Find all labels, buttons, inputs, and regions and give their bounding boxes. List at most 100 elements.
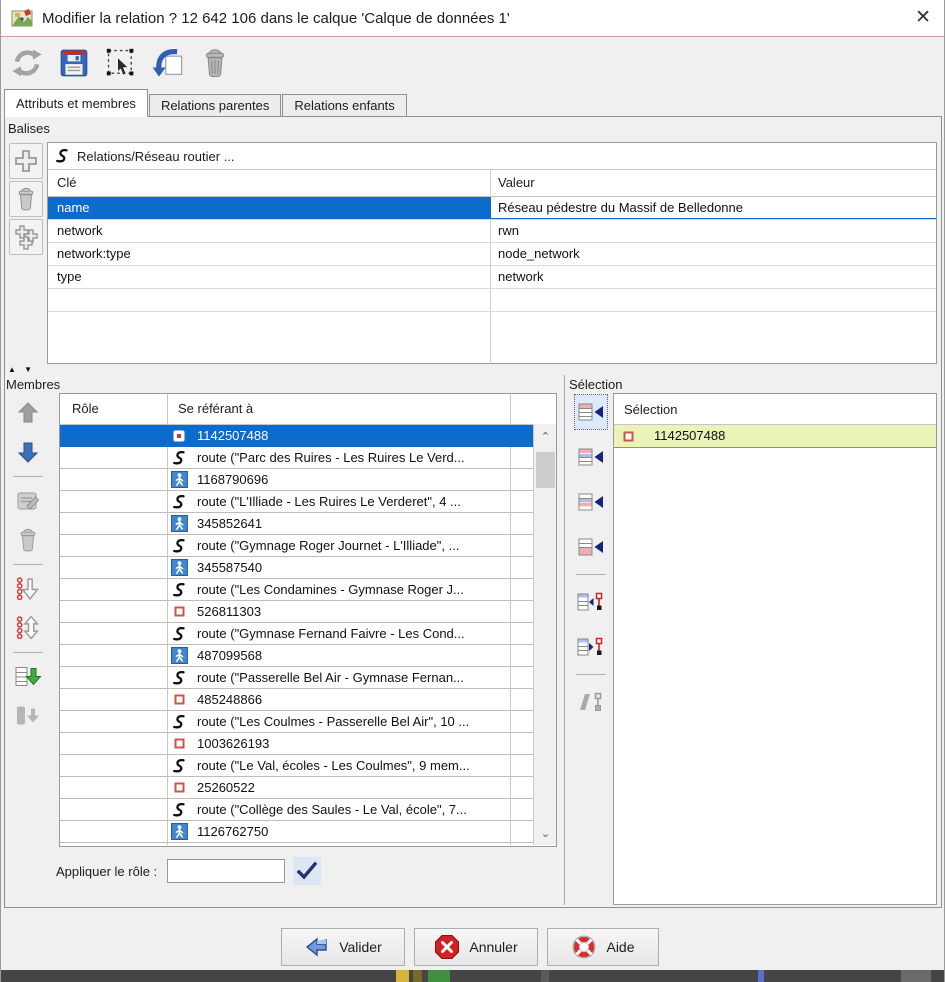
- role-input[interactable]: [167, 859, 285, 883]
- relation-route-icon: [54, 148, 70, 164]
- table-green-down-arrow-icon: [14, 664, 42, 690]
- move-member-down-button[interactable]: [11, 435, 45, 469]
- select-members-from-selection-button[interactable]: [574, 584, 608, 620]
- checkmark-icon: [296, 860, 318, 882]
- member-row[interactable]: 526811303: [60, 601, 533, 623]
- member-row[interactable]: route ("Le Val, écoles - Les Coulmes", 9…: [60, 755, 533, 777]
- splitter-handle[interactable]: ▲ ▼: [8, 365, 35, 374]
- tag-row[interactable]: name Réseau pédestre du Massif de Belled…: [48, 197, 936, 220]
- node-icon: [620, 428, 636, 444]
- member-type-icon: [170, 449, 188, 466]
- toolbar-separator: [576, 674, 606, 675]
- table-arrow-left-lower-icon: [577, 491, 605, 513]
- member-label: route ("Le Val, écoles - Les Coulmes", 9…: [197, 758, 470, 773]
- refresh-button[interactable]: [7, 42, 47, 84]
- member-row[interactable]: route ("Les Condamines - Gymnase Roger J…: [60, 579, 533, 601]
- pedestrian-node-icon: [171, 647, 188, 664]
- delete-relation-button[interactable]: [195, 42, 235, 84]
- selection-row[interactable]: 1142507488: [614, 425, 936, 448]
- edit-member-button[interactable]: [11, 484, 45, 518]
- member-row[interactable]: route ("Gymnage Roger Journet - L'Illiad…: [60, 535, 533, 557]
- download-incomplete-members-button[interactable]: [11, 660, 45, 694]
- member-type-icon: [170, 559, 188, 576]
- add-selection-at-end-button[interactable]: [574, 529, 608, 565]
- member-row[interactable]: 485248866: [60, 689, 533, 711]
- help-button[interactable]: Aide: [547, 928, 659, 966]
- member-row[interactable]: route ("Passerelle Bel Air - Gymnase Fer…: [60, 667, 533, 689]
- tag-row[interactable]: [48, 289, 936, 312]
- tag-row[interactable]: type network: [48, 266, 936, 289]
- selection-side-toolbar: [572, 394, 610, 720]
- member-label: route ("Gymnase Fernand Faivre - Les Con…: [197, 626, 465, 641]
- map-fragment: [428, 970, 450, 982]
- members-role-header: Rôle: [72, 401, 99, 416]
- tag-row[interactable]: network rwn: [48, 220, 936, 243]
- validate-button[interactable]: Valider: [281, 928, 405, 966]
- cancel-button[interactable]: Annuler: [414, 928, 538, 966]
- save-button[interactable]: [54, 42, 94, 84]
- member-row[interactable]: route ("Parc des Ruires - Les Ruires Le …: [60, 447, 533, 469]
- dots-up-down-arrow-icon: [15, 615, 41, 641]
- select-members-button[interactable]: [101, 42, 141, 84]
- member-label: route ("Collège des Saules - Le Val, éco…: [197, 802, 467, 817]
- delete-tag-button[interactable]: [9, 181, 43, 217]
- paste-tags-icon: [13, 224, 39, 250]
- pedestrian-node-icon: [171, 559, 188, 576]
- relation-editor-dialog: Modifier la relation ? 12 642 106 dans l…: [0, 0, 945, 982]
- sort-members-below-button[interactable]: [11, 611, 45, 645]
- apply-role-label: Appliquer le rôle :: [56, 864, 157, 879]
- member-type-icon: [170, 735, 188, 752]
- member-type-icon: [170, 427, 188, 444]
- close-icon[interactable]: ✕: [915, 5, 931, 31]
- node-icon: [174, 782, 185, 793]
- toolbar-separator: [576, 574, 606, 575]
- trash-icon: [16, 527, 40, 553]
- members-group-label: Membres: [6, 377, 60, 392]
- tab-parent-relations[interactable]: Relations parentes: [149, 94, 281, 117]
- remove-selection-from-members-button[interactable]: [574, 684, 608, 720]
- member-row[interactable]: 1126762750: [60, 821, 533, 843]
- member-row[interactable]: 487099568: [60, 645, 533, 667]
- member-row[interactable]: 1003626193: [60, 733, 533, 755]
- move-member-up-button[interactable]: [11, 396, 45, 430]
- member-row[interactable]: 1142507488: [60, 425, 533, 447]
- member-label: 1142507488: [197, 428, 268, 443]
- member-row[interactable]: route ("Collège des Saules - Le Val, éco…: [60, 799, 533, 821]
- member-label: 25260522: [197, 780, 255, 795]
- member-label: route ("Gymnage Roger Journet - L'Illiad…: [197, 538, 459, 553]
- apply-icon: [151, 46, 185, 80]
- member-row[interactable]: route ("Gymnase Fernand Faivre - Les Con…: [60, 623, 533, 645]
- add-selection-at-start-button[interactable]: [574, 394, 608, 430]
- member-row[interactable]: route ("L'Illiade - Les Ruires Le Verder…: [60, 491, 533, 513]
- tab-child-relations[interactable]: Relations enfants: [282, 94, 406, 117]
- node-icon: [174, 738, 185, 749]
- member-row[interactable]: 1168790696: [60, 469, 533, 491]
- member-row[interactable]: 345852641: [60, 513, 533, 535]
- member-row[interactable]: 25260522: [60, 777, 533, 799]
- sort-members-button[interactable]: [11, 572, 45, 606]
- paste-tags-button[interactable]: [9, 219, 43, 255]
- map-fragment: [396, 970, 409, 982]
- member-row[interactable]: 345587540: [60, 557, 533, 579]
- map-fragment: [758, 970, 764, 982]
- download-selected-incomplete-members-button[interactable]: [11, 699, 45, 733]
- add-selection-below-button[interactable]: [574, 484, 608, 520]
- member-type-icon: [170, 471, 188, 488]
- window-title: Modifier la relation ? 12 642 106 dans l…: [42, 10, 510, 27]
- map-fragment: [413, 970, 422, 982]
- node-icon: [174, 606, 185, 617]
- select-selection-from-members-button[interactable]: [574, 629, 608, 665]
- tab-attributes-members[interactable]: Attributs et membres: [4, 89, 148, 117]
- apply-role-button[interactable]: [293, 857, 321, 885]
- up-arrow-icon: [15, 401, 41, 425]
- down-arrow-icon: [15, 440, 41, 464]
- tag-row[interactable]: network:type node_network: [48, 243, 936, 266]
- member-row[interactable]: route ("Les Coulmes - Passerelle Bel Air…: [60, 711, 533, 733]
- add-selection-above-button[interactable]: [574, 439, 608, 475]
- remove-member-button[interactable]: [11, 523, 45, 557]
- edit-note-icon: [15, 489, 41, 513]
- member-label: route ("L'Illiade - Les Ruires Le Verder…: [197, 494, 461, 509]
- member-type-icon: [170, 581, 188, 598]
- add-tag-button[interactable]: [9, 143, 43, 179]
- apply-changes-button[interactable]: [148, 42, 188, 84]
